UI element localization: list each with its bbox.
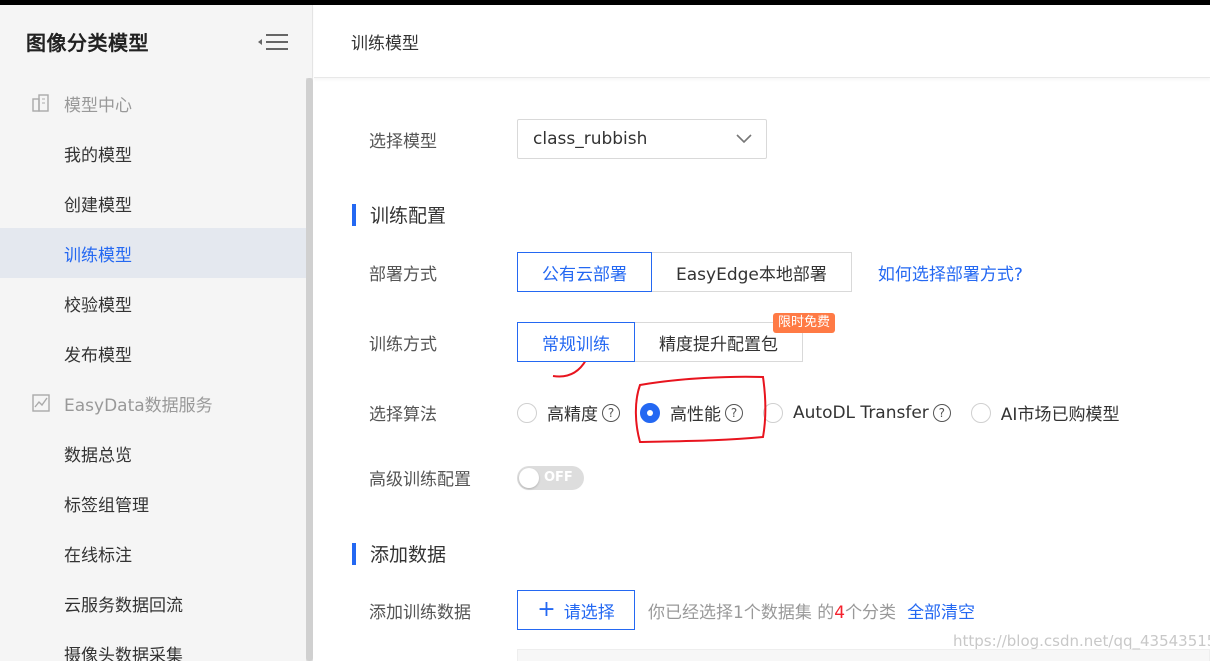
dataset-info-suffix: 个分类: [845, 602, 897, 623]
toggle-state: OFF: [544, 470, 573, 485]
algorithm-label: 选择算法: [369, 405, 437, 425]
toggle-knob: [519, 467, 539, 488]
section-training-config: 训练配置: [352, 201, 446, 228]
radio-label: 高精度: [547, 405, 598, 425]
select-model-row: 选择模型 class_rubbish: [369, 119, 767, 159]
sidebar-item-cloud-data-return[interactable]: 云服务数据回流: [0, 578, 306, 628]
algorithm-option-high-precision[interactable]: 高精度 ?: [517, 400, 620, 425]
dataset-list-box: [517, 649, 1210, 661]
sidebar-group-easydata[interactable]: EasyData数据服务: [0, 378, 306, 428]
deploy-segment: 公有云部署 EasyEdge本地部署: [517, 252, 852, 292]
algorithm-radio-group: 高精度 ? 高性能 ? AutoDL Transfer ? AI市场已购模型: [517, 400, 1139, 425]
section-add-data: 添加数据: [352, 540, 446, 567]
page-title: 训练模型: [314, 5, 1210, 78]
radio-label: AutoDL Transfer: [793, 402, 929, 423]
sidebar-header: 图像分类模型: [0, 5, 312, 78]
sidebar: 图像分类模型 模型中心 我的模型 创建模型 训练模型 校验模型 发布模型 Eas…: [0, 5, 313, 661]
add-data-label: 添加训练数据: [369, 602, 471, 623]
radio-label: 高性能: [670, 405, 721, 425]
sidebar-item-publish-model[interactable]: 发布模型: [0, 328, 306, 378]
algorithm-option-ai-market[interactable]: AI市场已购模型: [970, 400, 1120, 425]
select-dataset-button[interactable]: + 请选择: [517, 590, 635, 630]
select-dataset-label: 请选择: [563, 602, 615, 623]
main-panel: 训练模型 选择模型 class_rubbish 训练配置 部署方式 公有云部署 …: [314, 5, 1210, 661]
sidebar-item-label-groups[interactable]: 标签组管理: [0, 478, 306, 528]
free-badge: 限时免费: [773, 313, 836, 333]
sidebar-item-train-model[interactable]: 训练模型: [0, 228, 306, 278]
help-icon[interactable]: ?: [602, 403, 620, 422]
algorithm-row: 选择算法 高精度 ? 高性能 ? AutoDL Transfer ? AI市场已…: [369, 400, 1139, 425]
scrollbar-thumb[interactable]: [306, 78, 313, 661]
category-count: 4: [834, 602, 846, 623]
clear-all-link[interactable]: 全部清空: [907, 598, 975, 623]
sidebar-item-data-overview[interactable]: 数据总览: [0, 428, 306, 478]
section-bar: [352, 542, 356, 565]
add-data-row: 添加训练数据 + 请选择 你已经选择1个数据集 的4个分类 全部清空: [369, 590, 975, 630]
deploy-row: 部署方式 公有云部署 EasyEdge本地部署 如何选择部署方式?: [369, 252, 1023, 292]
deploy-option-easyedge[interactable]: EasyEdge本地部署: [651, 252, 852, 292]
sidebar-group-model-center[interactable]: 模型中心: [0, 78, 306, 128]
radio-button-selected[interactable]: [640, 402, 660, 423]
train-mode-option-regular[interactable]: 常规训练: [517, 322, 635, 362]
advanced-config-label: 高级训练配置: [369, 470, 471, 490]
deploy-help-link[interactable]: 如何选择部署方式?: [878, 260, 1023, 285]
model-select-value: class_rubbish: [533, 129, 648, 149]
advanced-config-row: 高级训练配置 OFF: [369, 465, 584, 490]
select-model-label: 选择模型: [369, 131, 437, 152]
train-mode-row: 训练方式 常规训练 精度提升配置包: [369, 322, 803, 362]
deploy-option-public-cloud[interactable]: 公有云部署: [517, 252, 652, 292]
model-select[interactable]: class_rubbish: [517, 119, 767, 159]
sidebar-item-validate-model[interactable]: 校验模型: [0, 278, 306, 328]
train-mode-label: 训练方式: [369, 334, 437, 355]
section-title: 训练配置: [370, 205, 447, 227]
collapse-menu-icon[interactable]: [258, 33, 290, 51]
dataset-info: 你已经选择1个数据集 的4个分类: [648, 598, 896, 623]
radio-button[interactable]: [517, 402, 537, 423]
sidebar-item-my-models[interactable]: 我的模型: [0, 128, 306, 178]
chevron-down-icon: [736, 134, 752, 144]
chart-icon: [32, 394, 50, 412]
algorithm-option-high-performance[interactable]: 高性能 ?: [640, 400, 743, 425]
algorithm-option-autodl[interactable]: AutoDL Transfer ?: [763, 402, 951, 423]
sidebar-item-online-labeling[interactable]: 在线标注: [0, 528, 306, 578]
radio-label: AI市场已购模型: [1000, 405, 1120, 425]
dataset-info-prefix: 你已经选择1个数据集 的: [648, 602, 835, 623]
sidebar-title: 图像分类模型: [26, 31, 149, 55]
sidebar-group-label: EasyData数据服务: [64, 395, 213, 416]
sidebar-item-create-model[interactable]: 创建模型: [0, 178, 306, 228]
help-icon[interactable]: ?: [725, 403, 743, 422]
section-bar: [352, 203, 356, 226]
plus-icon: +: [537, 597, 556, 622]
sidebar-scrollbar[interactable]: [306, 78, 313, 661]
radio-button[interactable]: [763, 402, 783, 423]
advanced-config-toggle[interactable]: OFF: [517, 465, 584, 490]
watermark: https://blog.csdn.net/qq_43543515: [953, 632, 1210, 650]
radio-button[interactable]: [970, 402, 991, 423]
sidebar-menu: 模型中心 我的模型 创建模型 训练模型 校验模型 发布模型 EasyData数据…: [0, 78, 306, 661]
sidebar-group-label: 模型中心: [64, 95, 132, 116]
section-title: 添加数据: [370, 544, 447, 566]
deploy-label: 部署方式: [369, 264, 437, 285]
train-mode-segment: 常规训练 精度提升配置包: [517, 322, 803, 362]
building-icon: [32, 94, 49, 112]
sidebar-item-camera-collection[interactable]: 摄像头数据采集: [0, 628, 306, 661]
help-icon[interactable]: ?: [932, 403, 951, 422]
